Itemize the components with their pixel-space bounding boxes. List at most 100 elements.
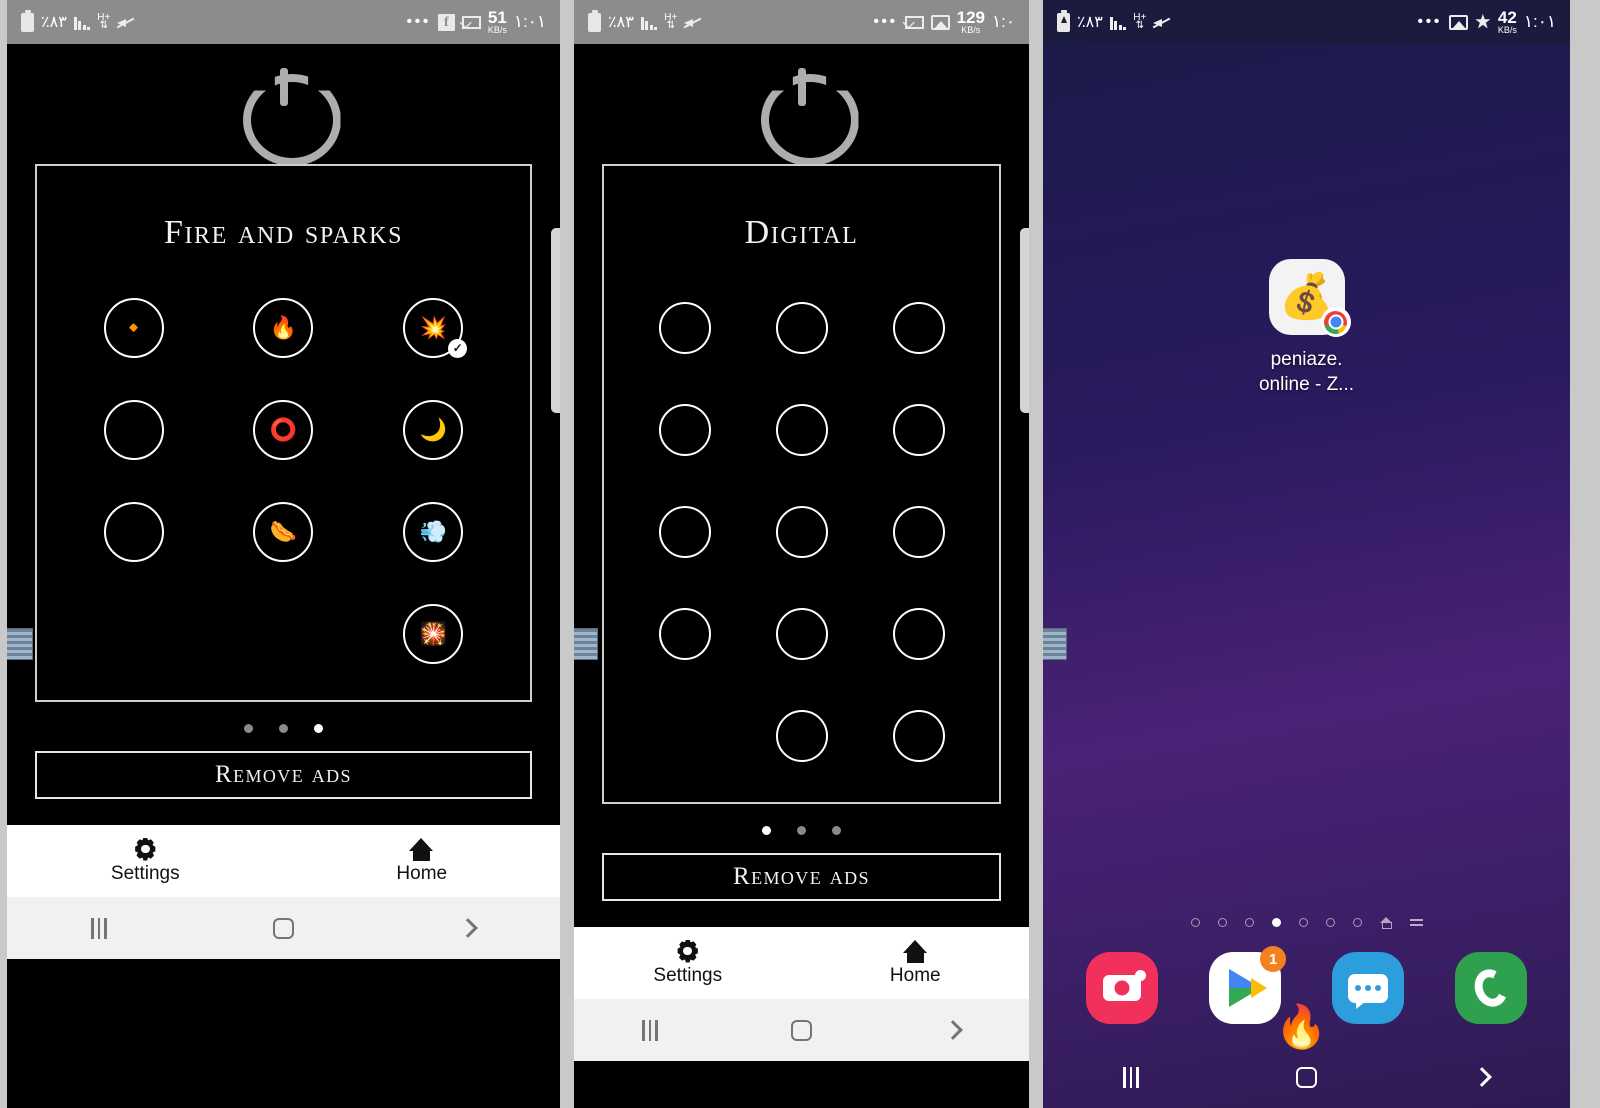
effect-thumb[interactable]: 💨 [403, 502, 464, 562]
nav-home-button[interactable] [726, 1019, 878, 1041]
effect-thumb[interactable]: 🕯 [103, 502, 164, 562]
effect-cell-star-burst[interactable]: ✦ [626, 588, 743, 680]
ember-spark-icon: 🔸 [120, 315, 148, 340]
effect-cell-dot-matrix[interactable]: ⣿ [743, 282, 860, 374]
nav-back-button[interactable] [1394, 1067, 1570, 1087]
mute-icon [684, 15, 700, 30]
effect-cell-loading-arc[interactable]: ◔ [743, 384, 860, 476]
effect-thumb[interactable]: ∴ [658, 404, 711, 456]
nav-back-button[interactable] [376, 918, 560, 938]
network-type-icon: H+ ⇅ [664, 12, 678, 31]
effect-cell-binary-stream[interactable]: ▥ [860, 588, 977, 680]
home-page-home-icon[interactable] [1379, 917, 1392, 929]
nav-back-button[interactable] [877, 1020, 1029, 1040]
effect-thumb[interactable]: ⊷ [775, 710, 828, 762]
home-page-dot[interactable] [1325, 918, 1335, 927]
home-page-dot[interactable] [1298, 918, 1308, 927]
effect-thumb[interactable]: ✕ [658, 302, 711, 354]
effect-thumb[interactable]: ◇ [892, 710, 945, 762]
remove-ads-button[interactable]: Remove ads [602, 853, 1001, 901]
home-page-dot[interactable] [1244, 918, 1254, 927]
effect-cell-bubble-cluster[interactable]: ◍ [626, 486, 743, 578]
effect-thumb[interactable]: 🔸 [103, 298, 164, 358]
effect-cell-ember-streak[interactable]: 🌭 [209, 486, 359, 578]
effect-cell-smoke-puff[interactable]: 💨 [358, 486, 508, 578]
nav-recents-button[interactable] [7, 917, 191, 939]
effect-thumb[interactable]: 💥 ✓ [403, 298, 468, 358]
effect-cell-crescent[interactable]: ◗ [860, 486, 977, 578]
home-page-dot[interactable] [1352, 918, 1362, 927]
nav-recents-button[interactable] [1043, 1066, 1219, 1088]
home-page-menu-icon[interactable] [1409, 919, 1423, 926]
dock-camera-icon[interactable] [1086, 952, 1159, 1024]
effect-cell-dashed-circle[interactable]: ◌ [743, 486, 860, 578]
effect-cell-chevron-pair[interactable]: ⋀ [743, 588, 860, 680]
clock: ١:٠١ [1523, 12, 1556, 31]
tab-settings[interactable]: Settings [7, 837, 284, 885]
power-icon[interactable] [7, 44, 560, 164]
effect-cell-fire-arc[interactable]: 🌙 [358, 384, 508, 476]
nav-home-button[interactable] [1219, 1066, 1395, 1088]
edge-panel-handle[interactable] [1020, 228, 1029, 413]
effect-cell-cross-slash[interactable]: ✕ [626, 282, 743, 374]
page-dot[interactable] [244, 724, 253, 733]
nav-recents-button[interactable] [574, 1019, 726, 1041]
effect-cell-fire-ring[interactable]: ⭕ [209, 384, 359, 476]
effect-thumb[interactable]: ⚙ [103, 400, 164, 460]
effect-thumb[interactable]: ✦ [658, 608, 711, 660]
effect-thumb[interactable]: 🌭 [253, 502, 314, 562]
effect-thumb[interactable]: 🔥 [253, 298, 314, 358]
page-dot[interactable] [279, 724, 288, 733]
effect-cell-ember-spark[interactable]: 🔸 [59, 282, 209, 374]
nav-home-button[interactable] [191, 917, 375, 939]
effect-thumb[interactable]: ▥ [892, 608, 945, 660]
effect-thumb[interactable]: ⣿ [775, 302, 828, 354]
effect-thumb[interactable]: ◌ [775, 506, 828, 558]
effect-thumb[interactable]: ◍ [658, 506, 711, 558]
tab-settings[interactable]: Settings [574, 939, 802, 987]
effect-thumb[interactable]: ◗ [892, 506, 945, 558]
battery-icon [21, 9, 34, 32]
dock-phone-icon[interactable] [1454, 952, 1527, 1024]
home-page-dot[interactable] [1271, 918, 1281, 927]
dock-play-store-icon[interactable]: 1 [1209, 946, 1287, 1024]
dock-messages-icon[interactable] [1331, 952, 1404, 1024]
edge-panel-handle[interactable] [551, 228, 560, 413]
network-speed: 129 KB/s [956, 8, 985, 35]
effect-thumb[interactable]: ◈ [892, 404, 945, 456]
effect-cell-spark-trail[interactable]: 🕯 [59, 486, 209, 578]
fire-ring-icon: ⭕ [269, 417, 298, 442]
status-bar-right: ٪٨٣ H+ ⇅ ••• 42 KB/s ١:٠١ [1043, 0, 1570, 44]
page-indicator-middle [574, 804, 1029, 853]
effect-thumb[interactable]: ◔ [775, 404, 828, 456]
effect-cell-fire-ring-gear[interactable]: ⚙ [59, 384, 209, 476]
app-shortcut-peniaze[interactable]: 💰 peniaze. online - Z... [1232, 259, 1382, 397]
effect-cell-flame[interactable]: 🔥 [209, 282, 359, 374]
effect-cell-diamond-outline[interactable]: ◇ [860, 690, 977, 782]
effect-thumb[interactable]: ⋀ [775, 608, 828, 660]
home-page-indicator[interactable] [1043, 917, 1570, 952]
page-dot[interactable] [762, 826, 771, 835]
effect-thumb[interactable]: 🌙 [403, 400, 464, 460]
page-dot[interactable] [314, 724, 323, 733]
tab-home[interactable]: Home [802, 939, 1030, 987]
effect-thumb[interactable]: ⭕ [253, 400, 314, 460]
effect-cell-sparkler-burst[interactable]: 🎇 [358, 588, 508, 680]
home-page-dot[interactable] [1190, 918, 1200, 927]
effect-cell-diamond-frame[interactable]: ◈ [860, 384, 977, 476]
page-dot[interactable] [797, 826, 806, 835]
effect-cell-horizon-line[interactable]: ⊷ [743, 690, 860, 782]
effect-cell-fire-burst[interactable]: 💥 ✓ [358, 282, 508, 374]
effect-cell-micro-dots[interactable]: ∴ [626, 384, 743, 476]
dashed-circle-icon: ◌ [794, 519, 809, 544]
signal-icon [73, 14, 91, 30]
effect-thumb[interactable]: 🎇 [403, 604, 464, 664]
power-icon[interactable] [574, 44, 1029, 164]
remove-ads-button[interactable]: Remove ads [35, 751, 532, 799]
effect-thumb[interactable]: ⬡ [892, 302, 945, 354]
home-page-dot[interactable] [1217, 918, 1227, 927]
tab-home[interactable]: Home [284, 837, 561, 885]
effect-cell-pixel-ring[interactable]: ⬡ [860, 282, 977, 374]
page-dot[interactable] [832, 826, 841, 835]
star-burst-icon: ✦ [675, 621, 694, 646]
